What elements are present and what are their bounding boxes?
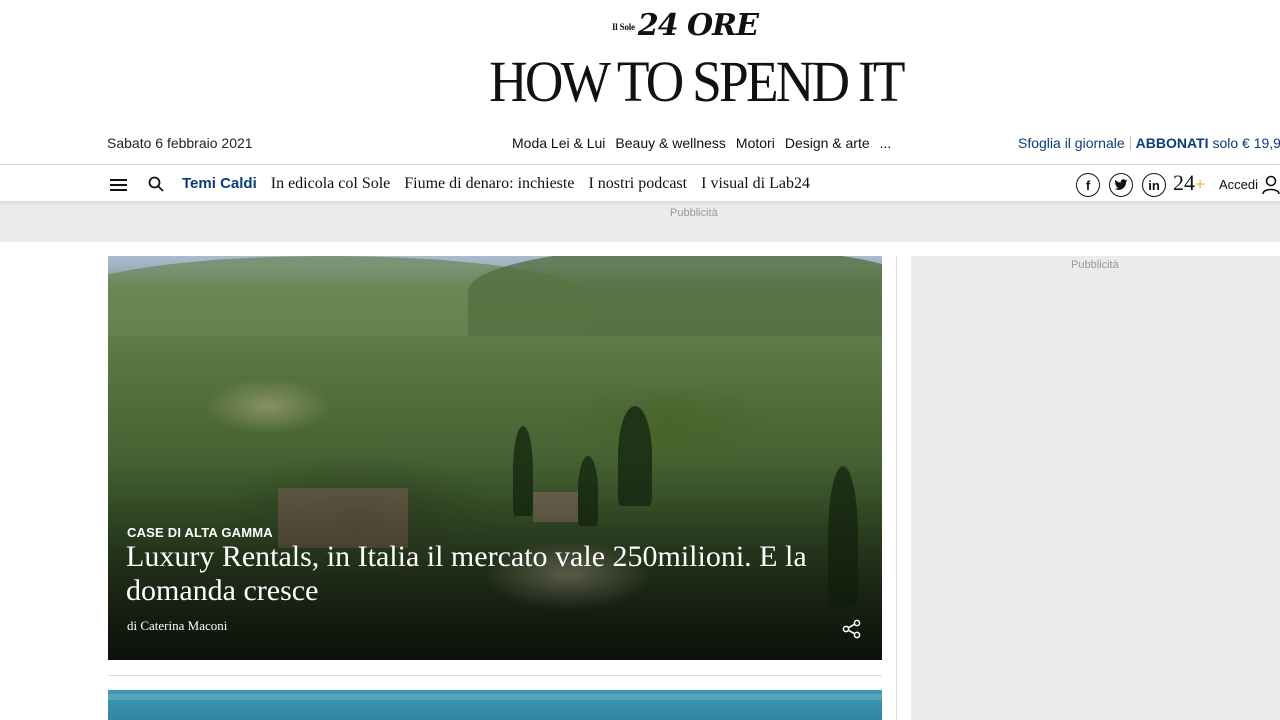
il-sole-24-ore-logo[interactable]: Il Sole 24 ORE [612, 8, 759, 43]
water-surface [108, 694, 882, 700]
article-category[interactable]: CASE DI ALTA GAMMA [127, 525, 273, 540]
section-motori[interactable]: Motori [736, 135, 775, 151]
sfoglia-link[interactable]: Sfoglia il giornale [1018, 135, 1125, 151]
subscription-price[interactable]: solo € 19,90 [1212, 135, 1280, 151]
facebook-icon[interactable]: f [1076, 173, 1100, 197]
section-moda[interactable]: Moda Lei & Lui [512, 135, 605, 151]
social-links: f in [1076, 173, 1166, 197]
sidebar-ad[interactable]: Pubblicità [911, 256, 1280, 720]
plus24-number: 24 [1173, 170, 1195, 195]
article-divider [108, 675, 882, 676]
logo-il-sole: Il Sole [612, 22, 635, 32]
plus24-plus: + [1195, 174, 1206, 194]
hero-article[interactable]: CASE DI ALTA GAMMA Luxury Rentals, in It… [108, 256, 882, 660]
linkedin-icon[interactable]: in [1142, 173, 1166, 197]
current-date: Sabato 6 febbraio 2021 [107, 135, 253, 151]
nav-in-edicola[interactable]: In edicola col Sole [271, 175, 391, 193]
column-divider [896, 256, 897, 720]
share-icon[interactable] [842, 619, 862, 639]
user-icon[interactable] [1262, 175, 1280, 195]
plus24-logo[interactable]: 24+ [1173, 170, 1205, 196]
abbonati-link[interactable]: ABBONATI [1136, 135, 1209, 151]
nav-podcast[interactable]: I nostri podcast [588, 175, 687, 193]
twitter-icon[interactable] [1109, 173, 1133, 197]
section-nav: Moda Lei & Lui Beauy & wellness Motori D… [512, 135, 891, 151]
login-link[interactable]: Accedi [1219, 177, 1258, 192]
section-beauty[interactable]: Beauy & wellness [615, 135, 726, 151]
hero-image-hill [468, 256, 882, 336]
ad-label: Pubblicità [1071, 259, 1119, 271]
subscription-area: Sfoglia il giornale ABBONATI solo € 19,9… [1018, 135, 1280, 151]
ad-label: Pubblicità [670, 207, 718, 219]
menu-icon[interactable] [110, 179, 127, 191]
article-author: di Caterina Maconi [127, 618, 228, 633]
top-ad-banner[interactable]: Pubblicità [0, 204, 1280, 242]
section-design[interactable]: Design & arte [785, 135, 870, 151]
nav-temi-caldi[interactable]: Temi Caldi [182, 175, 257, 193]
search-icon[interactable] [148, 176, 164, 192]
nav-fiume-di-denaro[interactable]: Fiume di denaro: inchieste [404, 175, 574, 193]
second-article-image[interactable] [108, 690, 882, 720]
section-more[interactable]: ... [880, 135, 892, 151]
main-navigation: Temi Caldi In edicola col Sole Fiume di … [0, 164, 1280, 204]
logo-24-ore: 24 ORE [637, 8, 759, 43]
divider [1129, 136, 1131, 150]
site-title-logo[interactable]: HOW TO SPEND IT [56, 52, 1280, 112]
nav-visual-lab24[interactable]: I visual di Lab24 [701, 175, 810, 193]
article-headline[interactable]: Luxury Rentals, in Italia il mercato val… [126, 540, 866, 608]
